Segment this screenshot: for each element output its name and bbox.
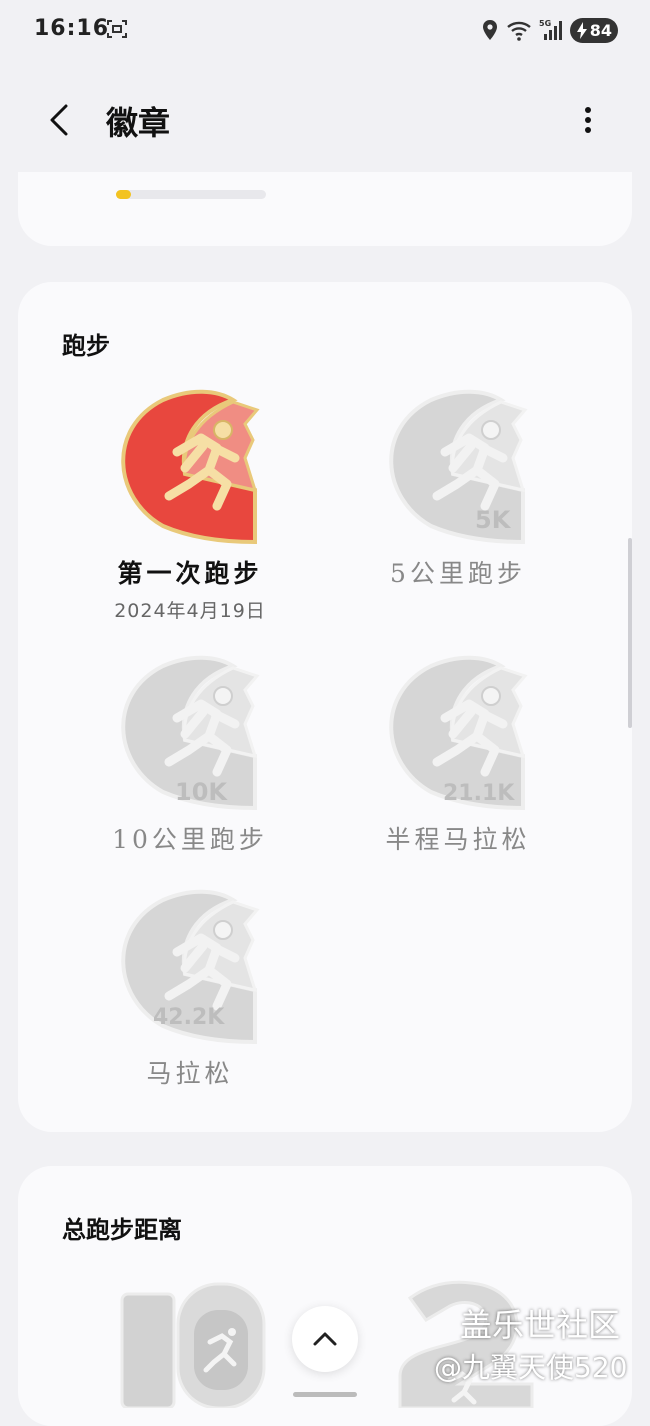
running-badge-locked-icon: 10K bbox=[121, 655, 260, 811]
progress-bar bbox=[116, 190, 266, 199]
battery-indicator: 84 bbox=[570, 18, 618, 43]
section-title-distance: 总跑步距离 bbox=[62, 1215, 182, 1244]
chevron-left-icon bbox=[50, 104, 68, 136]
progress-card bbox=[18, 172, 632, 246]
badge-name: 第一次跑步 bbox=[117, 559, 263, 588]
chevron-up-icon bbox=[313, 1332, 337, 1346]
badge-distance-label: 5K bbox=[475, 506, 512, 534]
badge-distance-label: 21.1K bbox=[443, 781, 515, 806]
back-button[interactable] bbox=[38, 98, 82, 142]
badge-10k[interactable]: 10K 10公里跑步 bbox=[70, 654, 310, 856]
status-bar: 16:16 5G 84 bbox=[0, 0, 650, 60]
distance-badge-1-icon[interactable] bbox=[118, 1280, 268, 1408]
running-badge-earned-icon bbox=[121, 389, 260, 545]
badge-half-marathon[interactable]: 21.1K 半程马拉松 bbox=[338, 654, 578, 856]
badge-distance-label: 10K bbox=[175, 778, 228, 806]
badge-name: 5公里跑步 bbox=[390, 559, 526, 588]
progress-fill bbox=[116, 190, 131, 199]
running-badge-locked-icon: 5K bbox=[389, 389, 528, 545]
badge-date: 2024年4月19日 bbox=[114, 600, 266, 622]
status-time: 16:16 bbox=[34, 16, 110, 41]
running-badges-card: 跑步 第一次跑步 2024年4月19日 5K 5公里跑步 10K 10公里跑步 … bbox=[18, 282, 632, 1132]
battery-level: 84 bbox=[589, 21, 612, 40]
watermark-brand: 盖乐世社区 bbox=[460, 1306, 621, 1344]
more-vertical-icon bbox=[585, 107, 591, 133]
app-bar: 徽章 bbox=[0, 80, 650, 160]
badge-name: 半程马拉松 bbox=[385, 825, 531, 854]
section-title-running: 跑步 bbox=[62, 331, 110, 360]
signal-5g-icon: 5G bbox=[539, 19, 562, 40]
badge-first-run[interactable]: 第一次跑步 2024年4月19日 bbox=[70, 388, 310, 623]
location-icon bbox=[483, 20, 497, 40]
scrollbar[interactable] bbox=[628, 538, 632, 728]
watermark-user: @九翼天使520 bbox=[434, 1351, 628, 1384]
badge-5k[interactable]: 5K 5公里跑步 bbox=[338, 388, 578, 590]
screenshot-icon bbox=[107, 20, 127, 38]
badge-distance-label: 42.2K bbox=[153, 1005, 225, 1030]
page-title: 徽章 bbox=[106, 104, 171, 142]
svg-text:5G: 5G bbox=[539, 19, 551, 28]
home-indicator[interactable] bbox=[293, 1392, 357, 1397]
running-badge-locked-icon: 21.1K bbox=[389, 655, 528, 811]
badge-name: 马拉松 bbox=[146, 1059, 234, 1088]
total-distance-card: 总跑步距离 bbox=[18, 1166, 632, 1426]
scroll-to-top-button[interactable] bbox=[292, 1306, 358, 1372]
charging-icon bbox=[577, 22, 587, 39]
more-options-button[interactable] bbox=[572, 98, 604, 142]
badge-name: 10公里跑步 bbox=[112, 825, 268, 854]
wifi-icon bbox=[507, 21, 531, 41]
running-badge-locked-icon: 42.2K bbox=[121, 889, 260, 1045]
badge-marathon[interactable]: 42.2K 马拉松 bbox=[70, 888, 310, 1090]
